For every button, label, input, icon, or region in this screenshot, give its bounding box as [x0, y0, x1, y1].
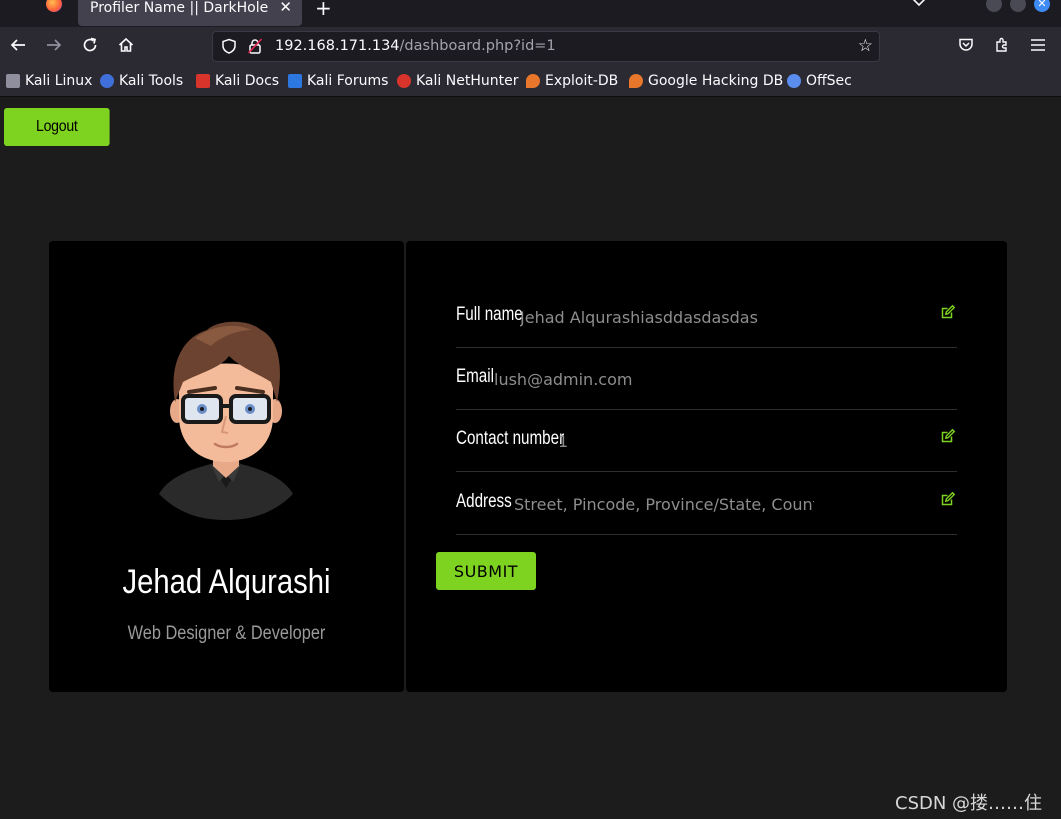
url-host: 192.168.171.134 [275, 38, 400, 54]
back-arrow-icon[interactable] [7, 36, 29, 58]
home-icon[interactable] [115, 36, 137, 58]
new-tab-icon[interactable]: + [315, 0, 332, 20]
maximize-icon[interactable] [1010, 0, 1026, 12]
bookmark-kali-linux[interactable]: Kali Linux [6, 73, 92, 89]
offsec-icon [787, 74, 801, 88]
contact-number-label: Contact number [456, 428, 565, 449]
submit-button[interactable]: SUBMIT [436, 552, 536, 590]
extensions-icon[interactable] [991, 36, 1013, 58]
kali-nethunter-icon [397, 74, 411, 88]
edit-icon[interactable] [940, 428, 956, 444]
url-bar[interactable]: 192.168.171.134/dashboard.php?id=1 ☆ [212, 31, 880, 62]
full-name-input[interactable] [520, 304, 920, 330]
tab-title: Profiler Name || DarkHole [90, 0, 269, 16]
tab-bar: Profiler Name || DarkHole ✕ + ✕ [0, 0, 1061, 27]
bookmark-google-hacking-db[interactable]: Google Hacking DB [629, 73, 783, 89]
firefox-icon[interactable] [46, 0, 62, 12]
google-hacking-db-icon [629, 74, 643, 88]
kali-forums-icon [288, 74, 302, 88]
url-text[interactable]: 192.168.171.134/dashboard.php?id=1 [275, 38, 556, 54]
address-label: Address [456, 491, 512, 512]
avatar [159, 321, 293, 520]
chevron-down-icon[interactable] [912, 0, 926, 11]
url-path: /dashboard.php?id=1 [399, 38, 556, 54]
close-icon[interactable]: ✕ [279, 0, 292, 16]
field-email: Email [456, 348, 957, 410]
field-full-name: Full name [456, 286, 957, 348]
contact-number-input[interactable] [558, 428, 918, 454]
logout-button[interactable]: Logout [4, 108, 110, 146]
window-close-icon[interactable]: ✕ [1034, 0, 1050, 12]
field-contact-number: Contact number [456, 410, 957, 472]
profile-form: Full name Email Contact number Address S… [406, 241, 1007, 692]
page-content: Logout Jehad Alqurashi Web Designer & De… [0, 97, 1061, 819]
profile-role: Web Designer & Developer [127, 623, 326, 644]
bookmark-exploit-db[interactable]: Exploit-DB [526, 73, 618, 89]
bookmark-kali-docs[interactable]: Kali Docs [196, 73, 279, 89]
bookmark-kali-nethunter[interactable]: Kali NetHunter [397, 73, 518, 89]
kali-tools-icon [100, 74, 114, 88]
kali-dragon-icon [6, 74, 20, 88]
email-label: Email [456, 366, 495, 387]
minimize-icon[interactable] [986, 0, 1002, 12]
address-input[interactable] [514, 491, 814, 517]
profile-card: Jehad Alqurashi Web Designer & Developer [49, 241, 404, 692]
field-address: Address [456, 473, 957, 535]
reload-icon[interactable] [79, 36, 101, 58]
insecure-lock-icon[interactable] [247, 38, 263, 54]
star-icon[interactable]: ☆ [858, 36, 873, 56]
email-input[interactable] [494, 366, 914, 392]
shield-icon[interactable] [221, 38, 237, 54]
watermark: CSDN @搂……住 [895, 793, 1043, 814]
bookmark-kali-forums[interactable]: Kali Forums [288, 73, 388, 89]
bookmarks-toolbar: Kali Linux Kali Tools Kali Docs Kali For… [0, 67, 1061, 97]
menu-icon[interactable] [1027, 36, 1049, 58]
tab-active[interactable]: Profiler Name || DarkHole ✕ [78, 0, 302, 26]
navigation-bar: 192.168.171.134/dashboard.php?id=1 ☆ [0, 27, 1061, 67]
bookmark-offsec[interactable]: OffSec [787, 73, 852, 89]
forward-arrow-icon[interactable] [43, 36, 65, 58]
profile-name: Jehad Alqurashi [122, 563, 331, 601]
pocket-icon[interactable] [955, 36, 977, 58]
bookmark-kali-tools[interactable]: Kali Tools [100, 73, 183, 89]
edit-icon[interactable] [940, 491, 956, 507]
exploit-db-icon [526, 74, 540, 88]
kali-docs-icon [196, 74, 210, 88]
full-name-label: Full name [456, 304, 523, 325]
edit-icon[interactable] [940, 304, 956, 320]
